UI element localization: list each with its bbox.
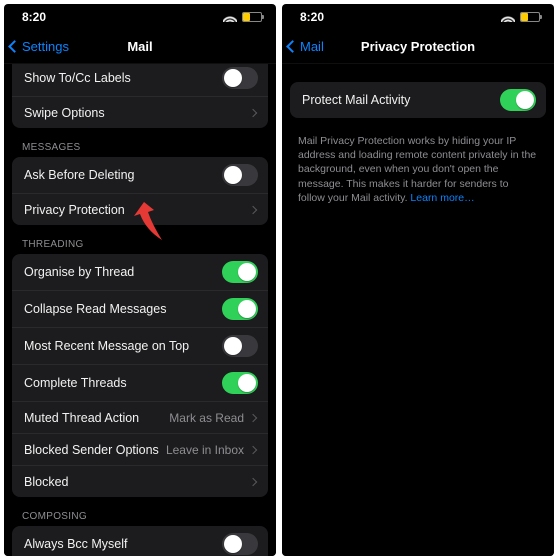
page-title: Privacy Protection <box>282 39 554 54</box>
toggle-complete-threads[interactable] <box>222 372 258 394</box>
row-label: Privacy Protection <box>24 203 250 217</box>
row-label: Muted Thread Action <box>24 411 169 425</box>
row-label: Most Recent Message on Top <box>24 339 222 353</box>
toggle-show-to-cc[interactable] <box>222 67 258 89</box>
battery-icon <box>520 12 540 22</box>
row-detail: Mark as Read <box>169 411 244 425</box>
row-label: Always Bcc Myself <box>24 537 222 551</box>
row-muted-thread-action[interactable]: Muted Thread Action Mark as Read <box>12 401 268 433</box>
chevron-right-icon <box>249 477 257 485</box>
section-header-messages: MESSAGES <box>4 138 276 157</box>
row-swipe-options[interactable]: Swipe Options <box>12 96 268 128</box>
mail-settings-screen: 8:20 Settings Mail Show To/Cc Labels S <box>4 4 276 556</box>
row-complete-threads[interactable]: Complete Threads <box>12 364 268 401</box>
status-bar: 8:20 <box>282 4 554 30</box>
row-collapse-read-messages[interactable]: Collapse Read Messages <box>12 290 268 327</box>
row-organise-by-thread[interactable]: Organise by Thread <box>12 254 268 290</box>
row-blocked[interactable]: Blocked <box>12 465 268 497</box>
status-bar: 8:20 <box>4 4 276 30</box>
row-show-tocc-labels[interactable]: Show To/Cc Labels <box>12 64 268 96</box>
row-most-recent-on-top[interactable]: Most Recent Message on Top <box>12 327 268 364</box>
privacy-protection-screen: 8:20 Mail Privacy Protection Protect Mai… <box>282 4 554 556</box>
row-label: Organise by Thread <box>24 265 222 279</box>
row-detail: Leave in Inbox <box>166 443 244 457</box>
nav-bar: Mail Privacy Protection <box>282 30 554 64</box>
row-privacy-protection[interactable]: Privacy Protection <box>12 193 268 225</box>
row-label: Ask Before Deleting <box>24 168 222 182</box>
settings-list[interactable]: Protect Mail Activity Mail Privacy Prote… <box>282 64 554 556</box>
row-label: Blocked <box>24 475 250 489</box>
nav-bar: Settings Mail <box>4 30 276 64</box>
wifi-icon <box>501 12 515 22</box>
toggle-organise-by-thread[interactable] <box>222 261 258 283</box>
row-label: Collapse Read Messages <box>24 302 222 316</box>
page-title: Mail <box>4 39 276 54</box>
row-label: Show To/Cc Labels <box>24 71 222 85</box>
row-label: Complete Threads <box>24 376 222 390</box>
row-label: Blocked Sender Options <box>24 443 166 457</box>
chevron-right-icon <box>249 445 257 453</box>
row-label: Protect Mail Activity <box>302 93 500 107</box>
row-ask-before-deleting[interactable]: Ask Before Deleting <box>12 157 268 193</box>
toggle-ask-before-deleting[interactable] <box>222 164 258 186</box>
toggle-always-bcc[interactable] <box>222 533 258 555</box>
section-header-threading: THREADING <box>4 235 276 254</box>
status-time: 8:20 <box>22 10 46 24</box>
chevron-right-icon <box>249 413 257 421</box>
section-header-composing: COMPOSING <box>4 507 276 526</box>
status-time: 8:20 <box>300 10 324 24</box>
wifi-icon <box>223 12 237 22</box>
chevron-right-icon <box>249 108 257 116</box>
chevron-right-icon <box>249 205 257 213</box>
toggle-collapse-read[interactable] <box>222 298 258 320</box>
battery-icon <box>242 12 262 22</box>
settings-list[interactable]: Show To/Cc Labels Swipe Options MESSAGES… <box>4 64 276 556</box>
toggle-protect-mail-activity[interactable] <box>500 89 536 111</box>
row-protect-mail-activity[interactable]: Protect Mail Activity <box>290 82 546 118</box>
privacy-description: Mail Privacy Protection works by hiding … <box>282 128 554 205</box>
learn-more-link[interactable]: Learn more… <box>410 192 474 204</box>
row-always-bcc-myself[interactable]: Always Bcc Myself <box>12 526 268 556</box>
row-blocked-sender-options[interactable]: Blocked Sender Options Leave in Inbox <box>12 433 268 465</box>
toggle-most-recent-top[interactable] <box>222 335 258 357</box>
row-label: Swipe Options <box>24 106 250 120</box>
